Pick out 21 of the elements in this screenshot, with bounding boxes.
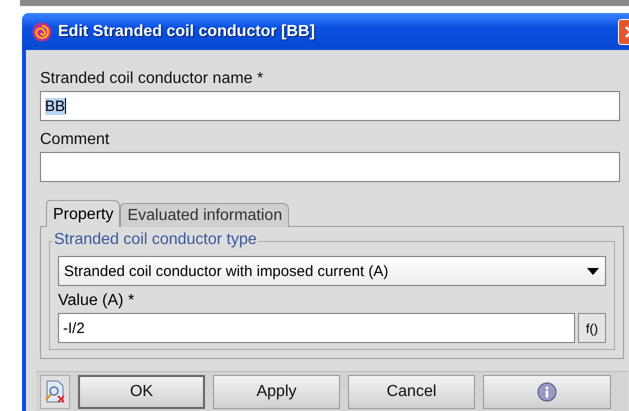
info-button[interactable] bbox=[483, 375, 611, 409]
window-title: Edit Stranded coil conductor [BB] bbox=[58, 22, 315, 40]
comment-field[interactable] bbox=[40, 152, 620, 182]
dialog-button[interactable]: Apply bbox=[213, 375, 340, 409]
group-title: Stranded coil conductor type bbox=[53, 231, 258, 249]
field-label: Comment bbox=[40, 131, 110, 149]
type-dropdown[interactable]: Stranded coil conductor with imposed current (A) bbox=[58, 256, 606, 286]
field-label: Stranded coil conductor name * bbox=[40, 70, 264, 88]
name-field[interactable]: BB bbox=[40, 91, 620, 121]
dropdown-arrow-icon bbox=[587, 268, 599, 274]
info-icon bbox=[537, 382, 557, 402]
swirl-icon bbox=[32, 22, 52, 42]
value-field[interactable]: -I/2 bbox=[58, 313, 575, 343]
dialog-button[interactable]: Cancel bbox=[348, 375, 475, 409]
document-error-icon bbox=[44, 380, 66, 404]
dialog-button[interactable]: OK bbox=[78, 375, 205, 409]
function-button[interactable]: f() bbox=[578, 313, 606, 343]
field-label: Value (A) * bbox=[58, 292, 134, 310]
document-button[interactable] bbox=[40, 375, 70, 409]
tab[interactable]: Property bbox=[46, 200, 120, 227]
tab[interactable]: Evaluated information bbox=[120, 203, 290, 227]
